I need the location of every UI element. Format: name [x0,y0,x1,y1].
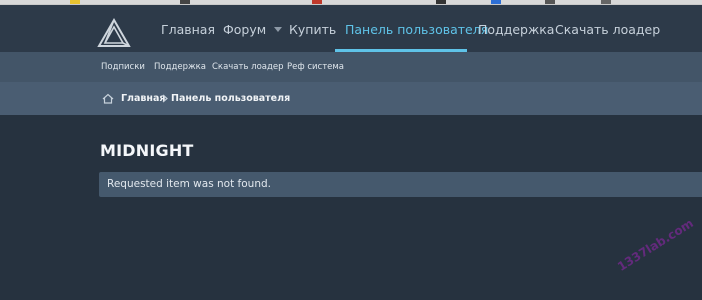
bookmark-icon[interactable] [70,0,80,4]
nav-item-download-loader[interactable]: Скачать лоадер [555,5,660,52]
breadcrumb-current: Панель пользователя [171,93,291,104]
bookmark-icon[interactable] [601,0,611,4]
subnav-item-subscriptions[interactable]: Подписки [101,52,145,82]
error-notice-text: Requested item was not found. [107,178,271,190]
chevron-down-icon [274,27,283,32]
subnav-item-referral[interactable]: Реф система [287,52,344,82]
breadcrumb: Главная Панель пользователя [0,82,702,115]
home-icon[interactable] [102,93,114,104]
nav-item-user-panel[interactable]: Панель пользователя [345,5,488,52]
bookmark-icon[interactable] [436,0,446,4]
bookmark-icon[interactable] [491,0,501,4]
bookmark-icon[interactable] [312,0,322,4]
logo-triangle-icon[interactable] [97,18,131,48]
nav-item-forum-label: Форум [223,22,267,37]
page-title: MIDNIGHT [100,141,194,160]
bookmark-icon[interactable] [545,0,555,4]
error-notice: Requested item was not found. [99,172,702,197]
subnav-item-download-loader[interactable]: Скачать лоадер [212,52,284,82]
nav-item-support[interactable]: Поддержка [478,5,554,52]
chevron-right-icon [162,94,168,103]
nav-item-home[interactable]: Главная [161,5,215,52]
sub-navigation: Подписки Поддержка Скачать лоадер Реф си… [0,52,702,82]
subnav-item-support[interactable]: Поддержка [154,52,206,82]
bookmark-icon[interactable] [180,0,190,4]
nav-item-forum[interactable]: Форум [223,5,283,52]
breadcrumb-home-link[interactable]: Главная [121,82,166,115]
watermark: 1337lab.com [615,216,696,274]
nav-item-buy[interactable]: Купить [289,5,336,52]
